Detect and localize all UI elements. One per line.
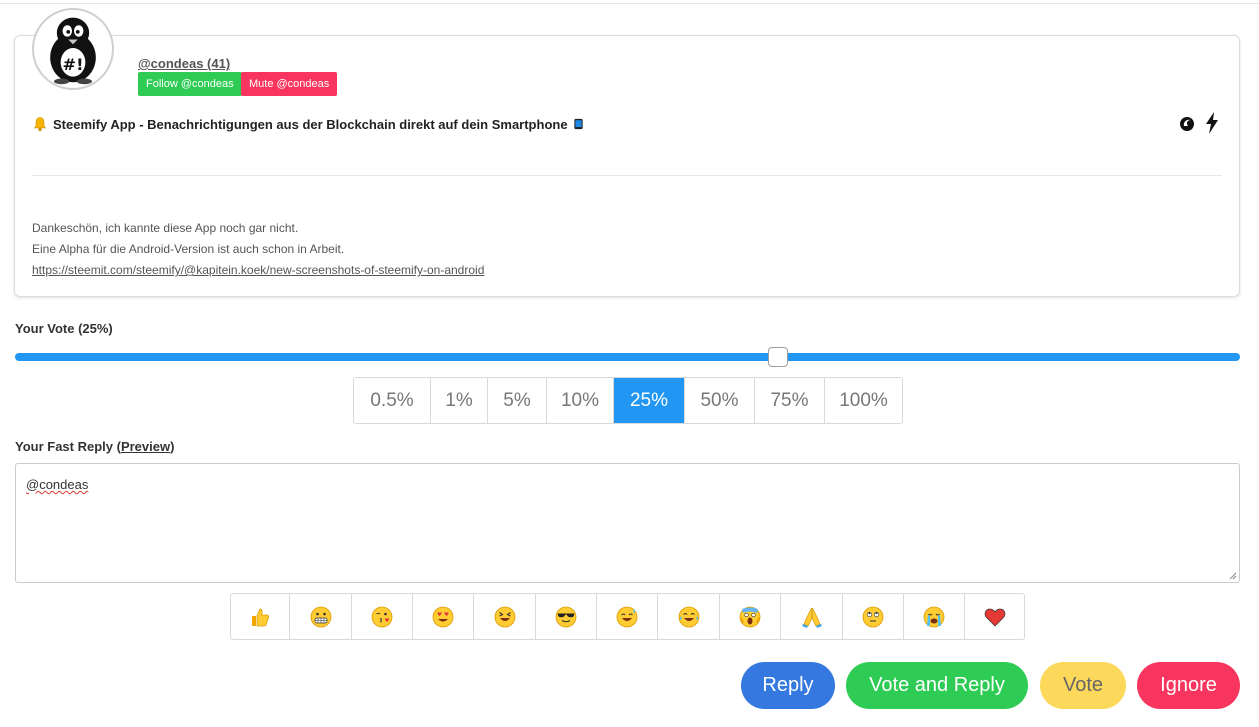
grimacing-face-icon[interactable] bbox=[289, 594, 351, 639]
reply-button[interactable]: Reply bbox=[741, 662, 835, 709]
author-link[interactable]: @condeas (41) bbox=[138, 56, 230, 71]
vote-percent-group: 0.5% 1% 5% 10% 25% 50% 75% 100% bbox=[353, 377, 903, 424]
follow-button[interactable]: Follow @condeas bbox=[138, 72, 242, 96]
bell-icon bbox=[33, 117, 47, 132]
vote-option[interactable]: 50% bbox=[684, 378, 754, 423]
vote-and-reply-button[interactable]: Vote and Reply bbox=[846, 662, 1028, 709]
phone-icon bbox=[573, 118, 583, 130]
vote-option[interactable]: 1% bbox=[430, 378, 487, 423]
tears-of-joy-face-icon[interactable] bbox=[657, 594, 719, 639]
body-link[interactable]: https://steemit.com/steemify/@kapitein.k… bbox=[32, 260, 484, 281]
body-line: Eine Alpha für die Android-Version ist a… bbox=[32, 242, 345, 256]
post-title-text: Steemify App - Benachrichtigungen aus de… bbox=[53, 116, 568, 132]
mute-button[interactable]: Mute @condeas bbox=[241, 72, 338, 96]
reply-label-text: Your Fast Reply ( bbox=[15, 439, 121, 454]
steem-icon[interactable] bbox=[1178, 114, 1196, 132]
reply-text: @condeas bbox=[26, 477, 89, 492]
red-heart-icon[interactable] bbox=[964, 594, 1024, 639]
vote-label: Your Vote (25%) bbox=[15, 321, 113, 336]
post-actions bbox=[1178, 112, 1220, 134]
emoji-bar bbox=[230, 593, 1025, 640]
heart-eyes-face-icon[interactable] bbox=[412, 594, 473, 639]
resize-grip-icon[interactable] bbox=[1229, 572, 1237, 580]
reply-textarea[interactable]: @condeas bbox=[15, 463, 1240, 583]
penguin-avatar-icon: #! bbox=[34, 10, 112, 88]
post-body: Dankeschön, ich kannte diese App noch ga… bbox=[32, 218, 484, 281]
svg-text:#!: #! bbox=[63, 55, 84, 74]
avatar[interactable]: #! bbox=[32, 8, 114, 90]
vote-option[interactable]: 0.5% bbox=[354, 378, 430, 423]
screaming-face-icon[interactable] bbox=[719, 594, 780, 639]
reply-label-close: ) bbox=[170, 439, 175, 454]
eye-roll-face-icon[interactable] bbox=[842, 594, 903, 639]
sweat-smile-face-icon[interactable] bbox=[596, 594, 657, 639]
vote-option[interactable]: 5% bbox=[487, 378, 546, 423]
crying-face-icon[interactable] bbox=[903, 594, 964, 639]
folded-hands-icon[interactable] bbox=[780, 594, 842, 639]
face-blowing-kiss-icon[interactable] bbox=[351, 594, 412, 639]
vote-option[interactable]: 100% bbox=[824, 378, 902, 423]
lightning-icon[interactable] bbox=[1204, 112, 1220, 134]
vote-option[interactable]: 10% bbox=[546, 378, 613, 423]
squinting-laugh-face-icon[interactable] bbox=[473, 594, 535, 639]
vote-button[interactable]: Vote bbox=[1040, 662, 1126, 709]
reply-label: Your Fast Reply (Preview) bbox=[15, 439, 174, 454]
vote-option-selected[interactable]: 25% bbox=[613, 378, 684, 423]
card-divider bbox=[32, 175, 1222, 176]
post-title[interactable]: Steemify App - Benachrichtigungen aus de… bbox=[32, 116, 584, 132]
vote-slider-track[interactable] bbox=[15, 353, 1240, 361]
vote-option[interactable]: 75% bbox=[754, 378, 824, 423]
body-line: Dankeschön, ich kannte diese App noch ga… bbox=[32, 221, 299, 235]
preview-link[interactable]: Preview bbox=[121, 439, 170, 454]
thumbs-up-icon[interactable] bbox=[231, 594, 289, 639]
sunglasses-face-icon[interactable] bbox=[535, 594, 596, 639]
top-divider bbox=[0, 0, 1259, 4]
ignore-button[interactable]: Ignore bbox=[1137, 662, 1240, 709]
vote-slider-thumb[interactable] bbox=[768, 347, 788, 367]
